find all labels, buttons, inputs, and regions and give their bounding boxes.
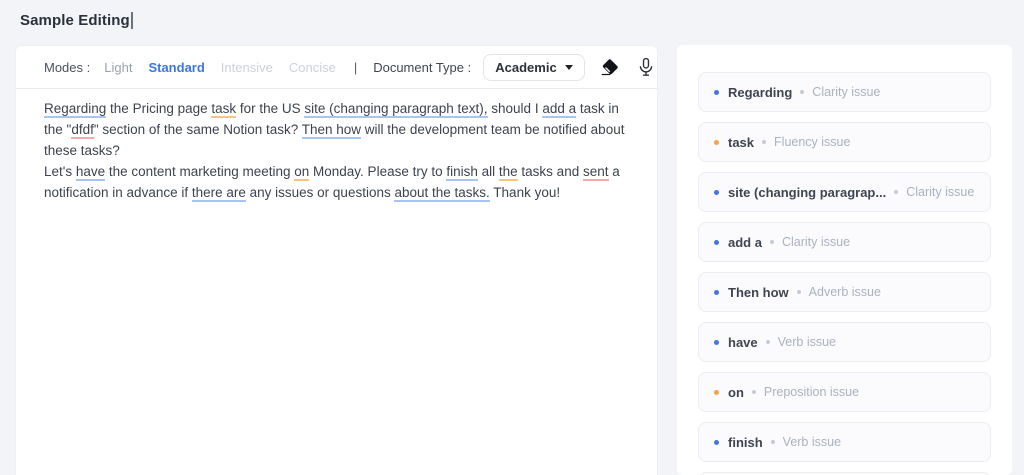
underlined-text-blue[interactable]: about the tasks. [394, 185, 490, 202]
plain-text: all [477, 164, 499, 179]
underlined-text-blue[interactable]: there are [191, 185, 246, 202]
underlined-text-orange[interactable]: task [211, 101, 237, 118]
plain-text: Let's [44, 164, 76, 179]
suggestion-word: Regarding [728, 84, 793, 100]
separator-dot [796, 290, 801, 294]
plain-text: any issues or questions [245, 185, 395, 200]
document-title-field[interactable]: Sample Editing [20, 12, 133, 29]
mode-option-intensive: Intensive [220, 59, 273, 75]
document-type-value: Academic [495, 59, 557, 75]
suggestion-word: finish [728, 434, 763, 450]
issue-type-label: Adverb issue [808, 285, 881, 299]
plain-text: tasks and [517, 164, 583, 179]
document-type-dropdown[interactable]: Academic [483, 53, 585, 81]
chevron-down-icon [564, 64, 573, 70]
underlined-text-red[interactable]: sent [582, 164, 609, 181]
plain-text: the content marketing meeting [105, 164, 295, 179]
separator-dot [769, 240, 774, 244]
suggestion-card[interactable]: on Preposition issue [698, 372, 991, 412]
underlined-text-blue[interactable]: have [75, 164, 106, 181]
plain-text: Thank you! [489, 185, 561, 200]
document-title: Sample Editing [20, 12, 130, 29]
issue-type-label: Preposition issue [763, 385, 860, 399]
suggestion-card[interactable]: Regarding Clarity issue [698, 72, 991, 112]
issue-type-label: Fluency issue [774, 135, 851, 149]
separator-dot [751, 390, 756, 394]
plain-text: Monday. Please try to [309, 164, 447, 179]
underlined-text-blue[interactable]: Regarding [44, 101, 107, 118]
mode-option-light[interactable]: Light [104, 60, 132, 75]
eraser-icon[interactable] [599, 56, 621, 78]
issue-type-label: Clarity issue [906, 185, 975, 199]
suggestion-card[interactable]: add a Clarity issue [698, 222, 991, 262]
editor-paragraph: Regarding the Pricing page task for the … [44, 98, 639, 161]
editor-text-area[interactable]: Regarding the Pricing page task for the … [16, 89, 657, 203]
suggestion-word: Then how [728, 284, 789, 300]
issue-color-dot [714, 289, 719, 295]
modes-label: Modes : [44, 59, 91, 75]
suggestion-card[interactable]: finish Verb issue [698, 422, 991, 462]
underlined-text-orange[interactable]: the [498, 164, 518, 181]
issue-color-dot [714, 89, 719, 95]
issue-type-label: Verb issue [777, 335, 837, 349]
plain-text: for the US [236, 101, 305, 116]
issue-type-label: Verb issue [782, 435, 842, 449]
separator-dot [762, 140, 767, 144]
editor-toolbar: Modes : Light Standard Intensive Concise | … [16, 46, 657, 89]
separator-dot [765, 340, 770, 344]
document-type-label: Document Type : [373, 59, 472, 75]
suggestion-card[interactable]: have Verb issue [698, 322, 991, 362]
underlined-text-blue[interactable]: finish [446, 164, 478, 181]
editor-panel: Modes : Light Standard Intensive Concise | … [15, 45, 658, 475]
editor-paragraph: Let's have the content marketing meeting… [44, 161, 639, 203]
underlined-text-blue[interactable]: add a [542, 101, 577, 118]
suggestion-card[interactable]: Then how Adverb issue [698, 272, 991, 312]
plain-text: " section of the same Notion task? [93, 122, 302, 137]
suggestion-word: site (changing paragrap... [728, 184, 887, 200]
plain-text: should I [487, 101, 543, 116]
suggestions-sidebar: Regarding Clarity issue task Fluency issue s… [677, 45, 1012, 475]
underlined-text-orange[interactable]: on [294, 164, 310, 181]
separator-dot [894, 190, 899, 194]
mode-option-concise: Concise [288, 59, 336, 75]
suggestion-word: have [728, 334, 758, 350]
issue-color-dot [714, 239, 719, 245]
issue-type-label: Clarity issue [781, 235, 851, 249]
separator-dot [770, 440, 775, 444]
underlined-text-blue[interactable]: site (changing paragraph text), [304, 101, 488, 118]
issue-color-dot [714, 139, 719, 145]
plain-text: the Pricing page [106, 101, 212, 116]
suggestion-card[interactable]: task Fluency issue [698, 122, 991, 162]
issue-color-dot [714, 389, 719, 395]
suggestion-word: task [728, 134, 755, 150]
microphone-icon[interactable] [635, 56, 657, 78]
underlined-text-red[interactable]: dfdf [71, 122, 94, 139]
modes-group: Light Standard Intensive Concise [104, 60, 352, 75]
issue-color-dot [714, 189, 719, 195]
app-page: Sample Editing Modes : Light Standard Inte… [0, 0, 1024, 475]
suggestion-card[interactable]: site (changing paragrap... Clarity issue [698, 172, 991, 212]
issue-color-dot [714, 339, 719, 345]
suggestion-word: on [728, 384, 744, 400]
toolbar-divider: | [353, 59, 358, 75]
issue-type-label: Clarity issue [812, 85, 881, 99]
issue-color-dot [714, 439, 719, 445]
suggestion-word: add a [728, 234, 762, 250]
underlined-text-blue[interactable]: Then how [301, 122, 362, 139]
mode-option-standard[interactable]: Standard [148, 60, 204, 75]
separator-dot [800, 90, 805, 94]
text-cursor [130, 12, 133, 29]
